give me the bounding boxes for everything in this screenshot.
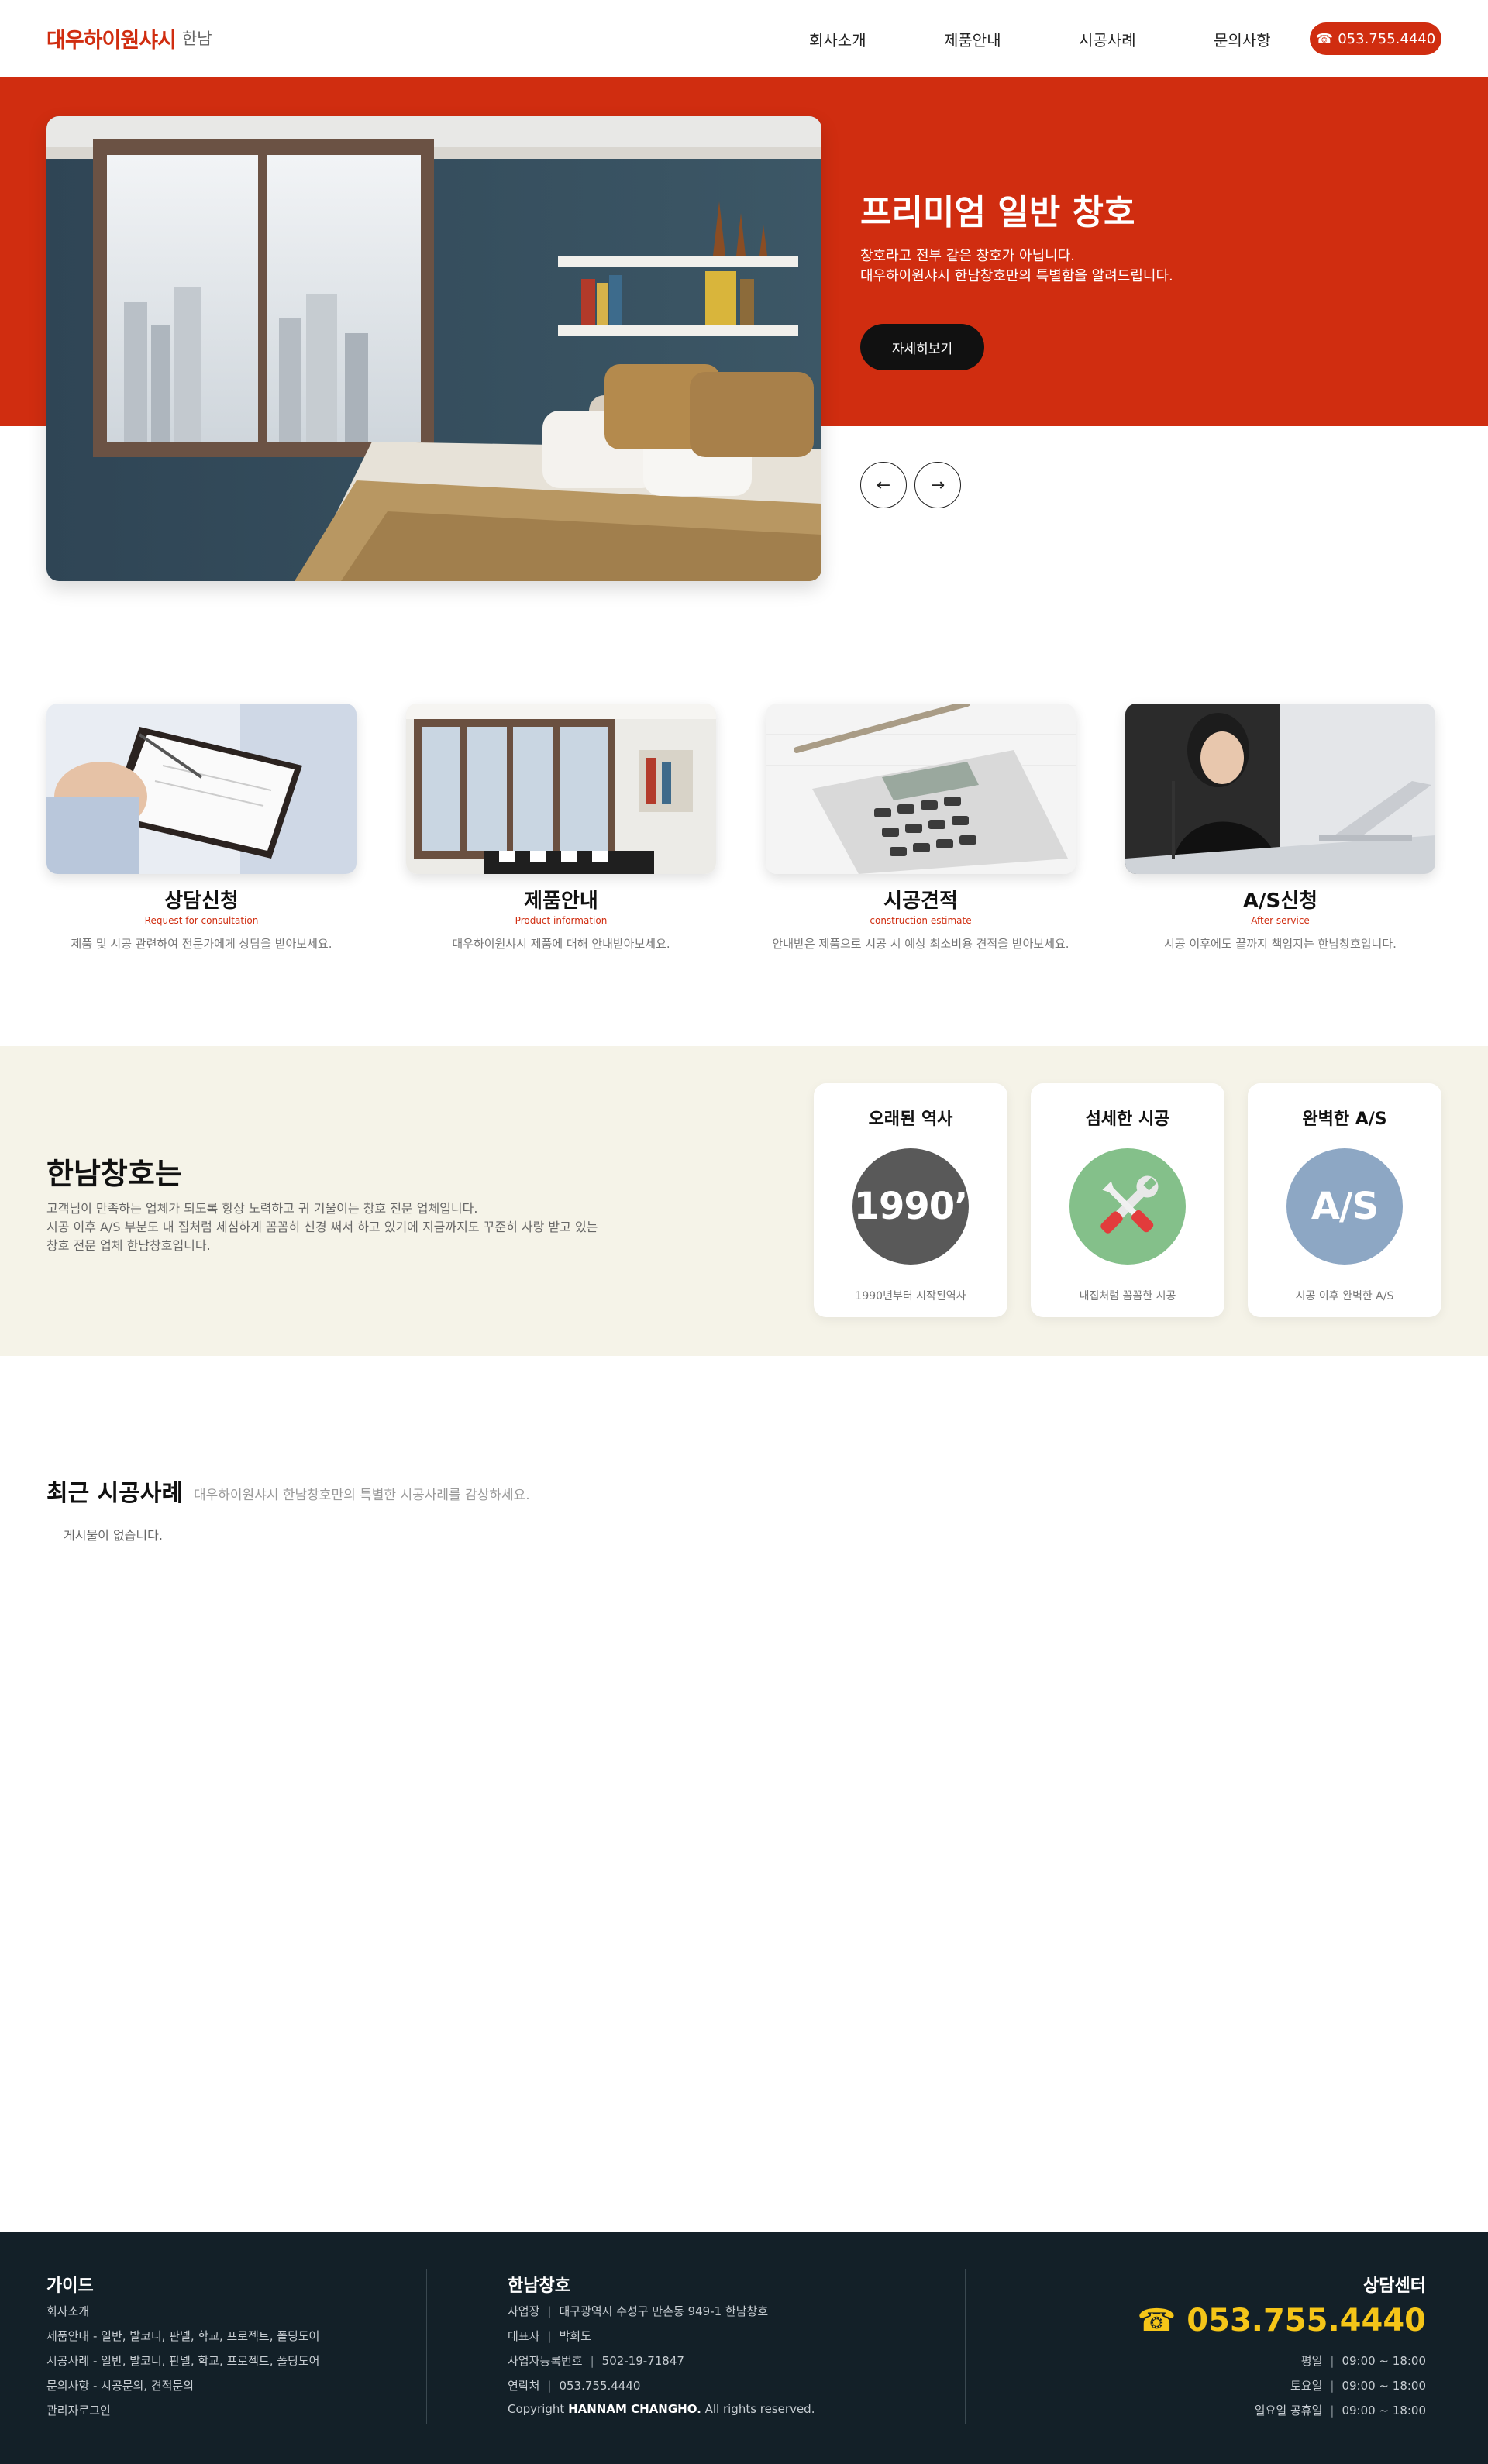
service-title: 제품안내 — [524, 890, 598, 913]
nav-item-inquiry[interactable]: 문의사항 — [1214, 28, 1271, 50]
phone-button[interactable]: ☎ 053.755.4440 — [1310, 22, 1442, 55]
service-image-estimate — [766, 704, 1076, 874]
tools-icon — [1070, 1148, 1186, 1265]
hero-title: 프리미엄 일반 창호 — [860, 193, 1135, 232]
phone-icon: ☎ — [1315, 30, 1334, 47]
recent-cases-title: 최근 시공사례 — [46, 1480, 184, 1507]
footer-admin-login-link[interactable]: 관리자로그인 — [46, 2402, 111, 2418]
service-subtitle: Product information — [515, 915, 608, 926]
hero-desc-line1: 창호라고 전부 같은 창호가 아닙니다. — [860, 248, 1076, 264]
footer-company-row: 사업자등록번호 | 502-19-71847 — [508, 2354, 684, 2368]
footer-divider — [426, 2269, 427, 2424]
footer-guide-link[interactable]: 시공사례 - 일반, 발코니, 판넬, 학교, 프로젝트, 폴딩도어 — [46, 2352, 319, 2369]
feature-card-construction: 섬세한 시공 내집처럼 꼼꼼한 시공 — [1031, 1083, 1224, 1317]
nav-item-cases[interactable]: 시공사례 — [1079, 28, 1136, 50]
footer-company-row: 연락처 | 053.755.4440 — [508, 2379, 641, 2393]
feature-badge-1990: 1990’ — [852, 1148, 969, 1265]
feature-title: 오래된 역사 — [868, 1110, 953, 1129]
footer-company-title: 한남창호 — [508, 2276, 570, 2296]
footer-guide-link[interactable]: 문의사항 - 시공문의, 견적문의 — [46, 2377, 194, 2393]
empty-posts-message: 게시물이 없습니다. — [64, 1528, 163, 1543]
hours-day: 일요일 공휴일 — [1254, 2404, 1323, 2418]
service-image-products — [406, 704, 716, 874]
footer-guide-title: 가이드 — [46, 2276, 94, 2296]
about-line2: 시공 이후 A/S 부분도 내 집처럼 세심하게 꼼꼼히 신경 써서 하고 있기… — [46, 1220, 598, 1234]
feature-description: 시공 이후 완벽한 A/S — [1295, 1290, 1394, 1303]
footer-hours-row: 평일 | 09:00 ~ 18:00 — [1300, 2354, 1426, 2368]
footer-company-row: 대표자 | 박희도 — [508, 2329, 591, 2343]
arrow-left-icon[interactable]: ← — [860, 462, 907, 508]
service-description: 시공 이후에도 끝까지 책임지는 한남창호입니다. — [1164, 937, 1397, 951]
service-title: 시공견적 — [884, 890, 958, 913]
feature-description: 내집처럼 꼼꼼한 시공 — [1079, 1290, 1176, 1303]
copyright-pre: Copyright — [508, 2402, 565, 2416]
feature-title: 섬세한 시공 — [1085, 1110, 1170, 1129]
logo-text: 대우하이원샤시 — [46, 28, 177, 53]
footer-hours-row: 일요일 공휴일 | 09:00 ~ 18:00 — [1254, 2404, 1426, 2418]
row-value: 502-19-71847 — [601, 2354, 684, 2368]
service-card-as[interactable]: A/S신청 After service 시공 이후에도 끝까지 책임지는 한남창… — [1125, 704, 1435, 952]
footer-company-row: 사업장 | 대구광역시 수성구 만촌동 949-1 한남창호 — [508, 2304, 769, 2318]
footer-copyright: Copyright HANNAM CHANGHO. All rights res… — [508, 2402, 815, 2416]
footer-guide-link[interactable]: 제품안내 - 일반, 발코니, 판넬, 학교, 프로젝트, 폴딩도어 — [46, 2328, 319, 2344]
copyright-post: All rights reserved. — [704, 2402, 815, 2416]
service-subtitle: After service — [1251, 915, 1310, 926]
row-value: 대구광역시 수성구 만촌동 949-1 한남창호 — [559, 2304, 769, 2318]
hours-day: 평일 — [1300, 2354, 1323, 2368]
feature-title: 완벽한 A/S — [1302, 1110, 1387, 1129]
phone-number: 053.755.4440 — [1338, 30, 1436, 47]
hero-image — [46, 116, 822, 581]
site-footer — [0, 2232, 1488, 2464]
hours-time: 09:00 ~ 18:00 — [1342, 2404, 1426, 2418]
service-subtitle: Request for consultation — [144, 915, 259, 926]
hours-day: 토요일 — [1290, 2379, 1323, 2393]
nav-item-company[interactable]: 회사소개 — [809, 28, 866, 50]
service-title: 상담신청 — [164, 890, 239, 913]
hero-desc-line2: 대우하이원샤시 한남창호만의 특별함을 알려드립니다. — [860, 268, 1173, 284]
footer-hours-row: 토요일 | 09:00 ~ 18:00 — [1290, 2379, 1426, 2393]
row-label: 연락처 — [508, 2379, 540, 2393]
logo-sub: 한남 — [181, 29, 212, 48]
footer-guide-link[interactable]: 회사소개 — [46, 2303, 89, 2319]
service-subtitle: construction estimate — [870, 915, 972, 926]
feature-card-as: 완벽한 A/S A/S 시공 이후 완벽한 A/S — [1248, 1083, 1442, 1317]
copyright-name: HANNAM CHANGHO. — [568, 2402, 701, 2416]
row-label: 사업장 — [508, 2304, 540, 2318]
hours-time: 09:00 ~ 18:00 — [1342, 2379, 1426, 2393]
bedroom-illustration — [46, 116, 822, 581]
logo[interactable]: 대우하이원샤시 한남 — [46, 22, 212, 54]
service-description: 제품 및 시공 관련하여 전문가에게 상담을 받아보세요. — [71, 937, 332, 951]
about-line1: 고객님이 만족하는 업체가 되도록 항상 노력하고 귀 기울이는 창호 전문 업… — [46, 1201, 478, 1216]
service-title: A/S신청 — [1242, 890, 1318, 913]
hero-detail-button[interactable]: 자세히보기 — [860, 324, 984, 370]
footer-center-title: 상담센터 — [1363, 2276, 1426, 2296]
service-image-as — [1125, 704, 1435, 874]
service-card-consultation[interactable]: 상담신청 Request for consultation 제품 및 시공 관련… — [46, 704, 356, 952]
service-image-consultation — [46, 704, 356, 874]
row-label: 대표자 — [508, 2329, 540, 2343]
arrow-right-icon[interactable]: → — [914, 462, 961, 508]
row-value: 박희도 — [559, 2329, 591, 2343]
footer-center-phone[interactable]: ☎ 053.755.4440 — [1138, 2303, 1426, 2338]
row-value: 053.755.4440 — [559, 2379, 641, 2393]
feature-card-history: 오래된 역사 1990’ 1990년부터 시작된역사 — [814, 1083, 1008, 1317]
about-description: 고객님이 만족하는 업체가 되도록 항상 노력하고 귀 기울이는 창호 전문 업… — [46, 1199, 636, 1255]
service-card-products[interactable]: 제품안내 Product information 대우하이원샤시 제품에 대해 … — [406, 704, 716, 952]
service-description: 안내받은 제품으로 시공 시 예상 최소비용 견적을 받아보세요. — [772, 937, 1070, 951]
feature-description: 1990년부터 시작된역사 — [855, 1290, 966, 1303]
footer-divider — [965, 2269, 966, 2424]
about-line3: 창호 전문 업체 한남창호입니다. — [46, 1238, 211, 1253]
feature-badge-as: A/S — [1286, 1148, 1403, 1265]
about-title: 한남창호는 — [46, 1157, 182, 1191]
recent-cases-subtitle: 대우하이원샤시 한남창호만의 특별한 시공사례를 감상하세요. — [194, 1488, 530, 1503]
service-card-estimate[interactable]: 시공견적 construction estimate 안내받은 제품으로 시공 … — [766, 704, 1076, 952]
service-description: 대우하이원샤시 제품에 대해 안내받아보세요. — [452, 937, 670, 951]
row-label: 사업자등록번호 — [508, 2354, 583, 2368]
hero-description: 창호라고 전부 같은 창호가 아닙니다. 대우하이원샤시 한남창호만의 특별함을… — [860, 246, 1173, 287]
nav-item-products[interactable]: 제품안내 — [944, 28, 1001, 50]
site-header: 대우하이원샤시 한남 회사소개 제품안내 시공사례 문의사항 ☎ 053.755… — [0, 0, 1488, 77]
hours-time: 09:00 ~ 18:00 — [1342, 2354, 1426, 2368]
